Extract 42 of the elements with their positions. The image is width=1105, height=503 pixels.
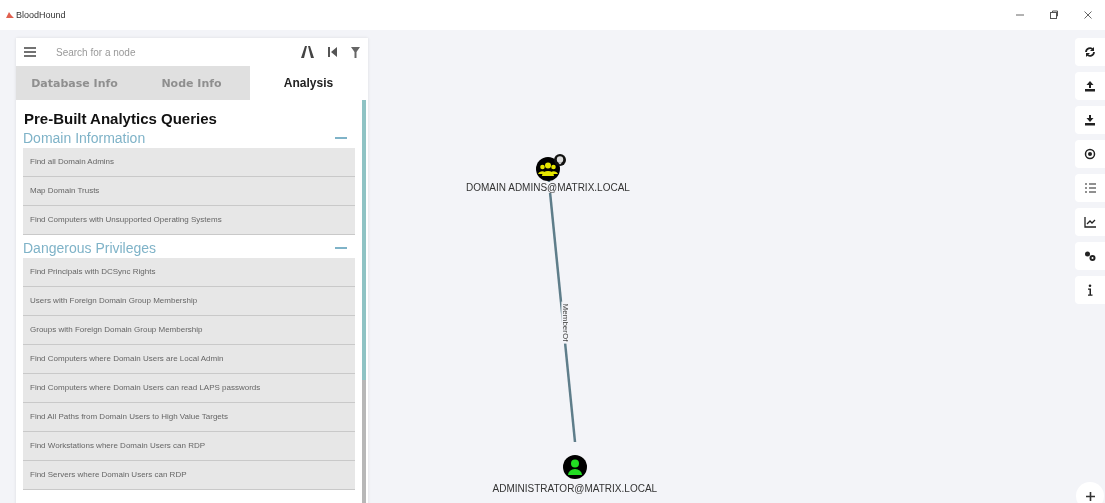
query-item[interactable]: Find Computers where Domain Users can read LAPS passwords <box>23 374 355 403</box>
filter-icon[interactable] <box>351 46 360 58</box>
zoom-in-button[interactable] <box>1076 482 1104 503</box>
chart-icon <box>1084 216 1096 228</box>
query-item[interactable]: Users with Foreign Domain Group Membership <box>23 287 355 316</box>
toolbar-button[interactable] <box>1075 72 1105 100</box>
user-node-icon[interactable] <box>563 455 587 479</box>
node-label: ADMINISTRATOR@MATRIX.LOCAL <box>491 483 659 494</box>
close-icon[interactable] <box>1083 10 1093 20</box>
query-item[interactable]: Find Principals with DCSync Rights <box>23 258 355 287</box>
node-label: DOMAIN ADMINS@MATRIX.LOCAL <box>465 182 631 193</box>
query-item[interactable]: Find Workstations where Domain Users can RDP <box>23 432 355 461</box>
window-title: BloodHound <box>16 10 66 20</box>
back-icon[interactable] <box>328 47 337 57</box>
query-item[interactable]: Map Domain Trusts <box>23 177 355 206</box>
hound-logo-icon <box>6 12 14 18</box>
group-node-icon[interactable] <box>536 154 568 181</box>
edge-label: MemberOf <box>561 301 571 344</box>
query-item[interactable]: Find all Domain Admins <box>23 148 355 177</box>
restore-icon[interactable] <box>1049 10 1059 20</box>
query-item[interactable]: Find Computers with Unsupported Operating Systems <box>23 206 355 235</box>
upload-icon <box>1084 80 1096 92</box>
target-icon <box>1084 148 1096 160</box>
download-icon <box>1084 114 1096 126</box>
refresh-icon <box>1084 46 1096 58</box>
toolbar-button[interactable] <box>1075 140 1105 168</box>
query-item[interactable]: Find Computers where Domain Users are Local Admin <box>23 345 355 374</box>
toolbar-button[interactable] <box>1075 106 1105 134</box>
query-item[interactable]: Groups with Foreign Domain Group Membership <box>23 316 355 345</box>
list-icon <box>1084 182 1096 194</box>
plus-icon <box>1085 491 1095 501</box>
query-item[interactable]: Find Servers where Domain Users can RDP <box>23 461 355 490</box>
query-item[interactable]: Find All Paths from Domain Users to High Value Targets <box>23 403 355 432</box>
scrollbar[interactable] <box>362 100 366 503</box>
toolbar-button[interactable] <box>1075 208 1105 236</box>
toolbar-button[interactable] <box>1075 38 1105 66</box>
toolbar-button[interactable] <box>1075 242 1105 270</box>
gears-icon <box>1084 250 1096 262</box>
road-icon[interactable] <box>301 46 314 58</box>
search-field[interactable]: Search for a node <box>50 44 287 60</box>
menu-icon[interactable] <box>24 47 36 57</box>
panel-title: Pre-Built Analytics Queries <box>24 110 218 127</box>
